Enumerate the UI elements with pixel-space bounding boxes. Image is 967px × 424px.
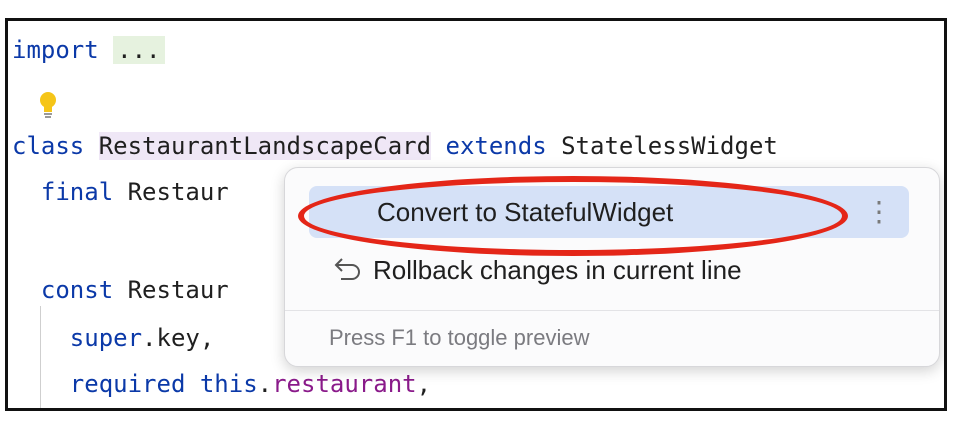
keyword-this: this xyxy=(199,370,258,398)
keyword-class: class xyxy=(12,132,85,160)
intention-actions-popup: Convert to StatefulWidget ⋮ Rollback cha… xyxy=(284,167,940,367)
constructor-name: Restaur xyxy=(127,276,229,304)
rollback-item-label: Rollback changes in current line xyxy=(373,255,742,285)
keyword-final: final xyxy=(40,178,114,206)
folded-imports[interactable]: ... xyxy=(113,36,165,64)
code-editor[interactable]: import ... class RestaurantLandscapeCard… xyxy=(5,18,947,411)
super-key: .key, xyxy=(142,324,215,352)
field-restaurant: restaurant xyxy=(272,370,417,398)
keyword-extends: extends xyxy=(445,132,547,160)
undo-icon xyxy=(334,258,360,280)
more-options-icon[interactable]: ⋮ xyxy=(865,186,893,238)
convert-to-stateful-widget-item[interactable]: Convert to StatefulWidget ⋮ xyxy=(309,186,909,238)
code-line-super: super.key, xyxy=(12,318,215,358)
keyword-import: import xyxy=(12,36,99,64)
field-type: Restaur xyxy=(127,178,229,206)
lightbulb-icon[interactable] xyxy=(36,89,60,121)
keyword-super: super xyxy=(69,324,143,352)
keyword-required: required xyxy=(69,370,186,398)
trailing-comma: , xyxy=(416,370,432,398)
code-line-import: import ... xyxy=(12,30,165,70)
convert-item-label: Convert to StatefulWidget xyxy=(377,197,674,227)
rollback-changes-item[interactable]: Rollback changes in current line xyxy=(309,244,909,296)
code-line-final: final Restaur xyxy=(12,172,229,212)
keyword-const: const xyxy=(40,276,114,304)
code-line-required: required this.restaurant, xyxy=(69,370,432,398)
popup-footer-hint: Press F1 to toggle preview xyxy=(329,325,590,350)
superclass-name[interactable]: StatelessWidget xyxy=(561,132,778,160)
code-line-class: class RestaurantLandscapeCard extends St… xyxy=(12,126,778,166)
class-name[interactable]: RestaurantLandscapeCard xyxy=(98,132,432,160)
code-line-const: const Restaur xyxy=(12,270,229,310)
